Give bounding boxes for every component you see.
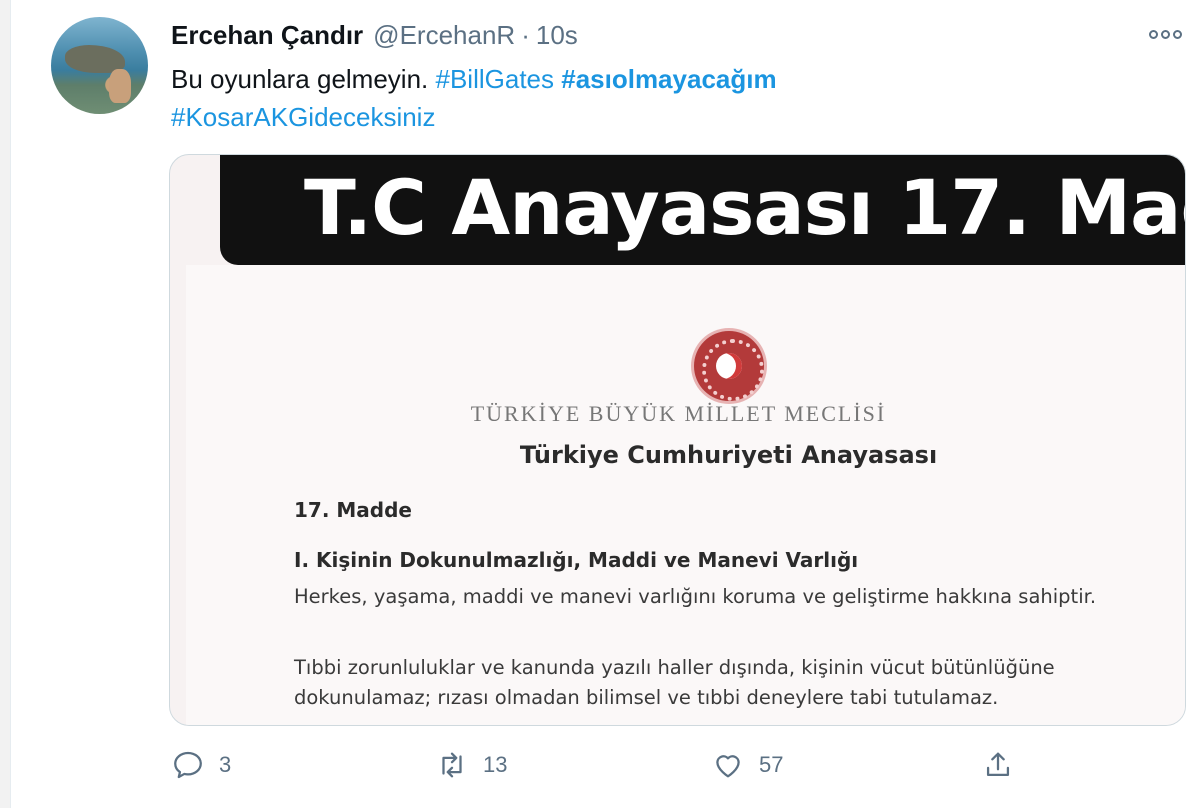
banner-text: T.C Anayasası 17. Madde: [304, 163, 1185, 252]
more-dot: [1173, 29, 1182, 39]
reply-button[interactable]: 3: [171, 748, 231, 782]
document-title: Türkiye Cumhuriyeti Anayasası: [519, 441, 938, 469]
hashtag-link[interactable]: #BillGates: [436, 64, 555, 94]
user-handle[interactable]: @ErcehanR: [373, 20, 515, 51]
share-icon: [986, 752, 1010, 777]
tweet-text-plain: Bu oyunlara gelmeyin.: [171, 64, 429, 94]
tweet-actions: 3 13 57: [171, 748, 1031, 788]
document-paragraph: Herkes, yaşama, maddi ve manevi varlığın…: [294, 585, 1097, 608]
share-button[interactable]: [981, 748, 1015, 782]
tweet-media-image[interactable]: T.C Anayasası 17. Madde TÜRKİYE BÜYÜK Mİ…: [169, 154, 1186, 726]
separator-dot: ·: [521, 20, 530, 50]
more-icon[interactable]: [1149, 26, 1183, 42]
retweet-icon: [442, 752, 462, 778]
section-heading: I. Kişinin Dokunulmazlığı, Maddi ve Mane…: [294, 548, 859, 572]
reply-count: 3: [219, 752, 232, 777]
like-count: 57: [759, 752, 784, 777]
tweet-card[interactable]: Ercehan Çandır @ErcehanR · 10s Bu oyunla…: [10, 0, 1200, 808]
tweet-text: Bu oyunlara gelmeyin. #BillGates #asıolm…: [171, 60, 1131, 136]
parliament-seal-icon: [694, 331, 764, 401]
display-name[interactable]: Ercehan Çandır: [171, 20, 363, 51]
timestamp[interactable]: 10s: [536, 20, 578, 51]
heart-icon: [716, 755, 740, 778]
like-button[interactable]: 57: [711, 748, 783, 782]
article-heading: 17. Madde: [294, 498, 412, 522]
document-paragraph: Tıbbi zorunluluklar ve kanunda yazılı ha…: [294, 656, 1055, 709]
retweet-button[interactable]: 13: [435, 748, 507, 782]
tweet-header: Ercehan Çandır @ErcehanR · 10s: [171, 20, 578, 52]
more-dot: [1149, 29, 1158, 39]
retweet-count: 13: [483, 752, 508, 777]
hashtag-link[interactable]: #KosarAKGideceksiniz: [171, 102, 435, 132]
more-dot: [1161, 29, 1170, 39]
hashtag-link[interactable]: #asıolmayacağım: [561, 64, 776, 94]
org-name: TÜRKİYE BÜYÜK MİLLET MECLİSİ: [470, 401, 887, 426]
reply-icon: [174, 751, 202, 779]
avatar-person: [109, 69, 131, 103]
avatar[interactable]: [51, 17, 148, 114]
media-banner: T.C Anayasası 17. Madde: [220, 155, 1185, 265]
